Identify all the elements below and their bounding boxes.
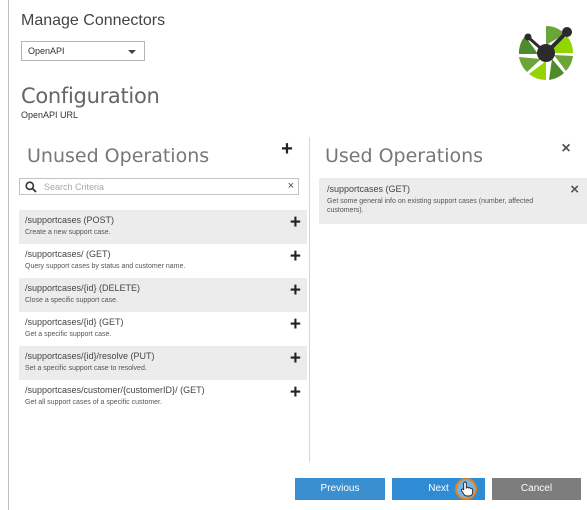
add-operation-button[interactable]: +	[290, 383, 301, 402]
hand-pointer-icon	[460, 481, 474, 497]
list-item[interactable]: /supportcases/{id} (GET) Get a specific …	[19, 312, 307, 346]
search-input[interactable]	[44, 180, 280, 194]
add-operation-button[interactable]: +	[290, 315, 301, 334]
connector-select-value: OpenAPI	[28, 46, 65, 56]
operation-description: Query support cases by status and custom…	[25, 263, 186, 270]
operation-description: Get a specific support case.	[25, 331, 112, 338]
add-operation-button[interactable]: +	[290, 349, 301, 368]
configuration-title: Configuration	[21, 84, 160, 108]
previous-button[interactable]: Previous	[295, 478, 385, 500]
unused-operations-list: /supportcases (POST) Create a new suppor…	[19, 210, 307, 414]
operation-description: Create a new support case.	[25, 229, 111, 236]
remove-all-operations-button[interactable]: ×	[558, 139, 574, 159]
remove-operation-button[interactable]: ×	[570, 182, 579, 198]
openapi-url-label: OpenAPI URL	[21, 110, 79, 120]
column-divider	[309, 137, 310, 462]
operation-name: /supportcases/ (GET)	[25, 249, 111, 259]
list-item[interactable]: /supportcases/{id}/resolve (PUT) Set a s…	[19, 346, 307, 380]
add-operation-button[interactable]: +	[290, 247, 301, 266]
chevron-down-icon	[128, 50, 136, 54]
operation-name: /supportcases/{id} (GET)	[25, 317, 124, 327]
list-item[interactable]: /supportcases (GET) Get some general inf…	[319, 178, 587, 224]
operation-name: /supportcases (GET)	[327, 184, 411, 194]
operation-name: /supportcases/{id} (DELETE)	[25, 283, 141, 293]
dialog-title: Manage Connectors	[21, 12, 166, 29]
operation-description: Get some general info on existing suppor…	[327, 198, 534, 214]
operation-name: /supportcases/customer/{customerID}/ (GE…	[25, 385, 205, 395]
operation-description: Set a specific support case to resolved.	[25, 365, 147, 372]
operation-name: /supportcases/{id}/resolve (PUT)	[25, 351, 155, 361]
list-item[interactable]: /supportcases (POST) Create a new suppor…	[19, 210, 307, 244]
connector-select[interactable]: OpenAPI	[21, 41, 145, 61]
operation-description: Close a specific support case.	[25, 297, 118, 304]
manage-connectors-dialog: Manage Connectors OpenAPI Configuration …	[8, 0, 587, 510]
list-item[interactable]: /supportcases/{id} (DELETE) Close a spec…	[19, 278, 307, 312]
operation-name: /supportcases (POST)	[25, 215, 115, 225]
used-operations-title: Used Operations	[325, 145, 484, 167]
unused-operations-title: Unused Operations	[27, 145, 210, 167]
add-all-operations-button[interactable]: +	[279, 138, 295, 160]
search-box: ×	[19, 178, 299, 195]
clear-search-icon[interactable]: ×	[288, 179, 294, 194]
search-icon	[25, 181, 37, 193]
add-operation-button[interactable]: +	[290, 213, 301, 232]
used-operations-list: /supportcases (GET) Get some general inf…	[319, 178, 587, 224]
list-item[interactable]: /supportcases/customer/{customerID}/ (GE…	[19, 380, 307, 414]
list-item[interactable]: /supportcases/ (GET) Query support cases…	[19, 244, 307, 278]
cancel-button[interactable]: Cancel	[492, 478, 581, 500]
openapi-logo-icon	[516, 23, 576, 83]
add-operation-button[interactable]: +	[290, 281, 301, 300]
operation-description: Get all support cases of a specific cust…	[25, 399, 162, 406]
